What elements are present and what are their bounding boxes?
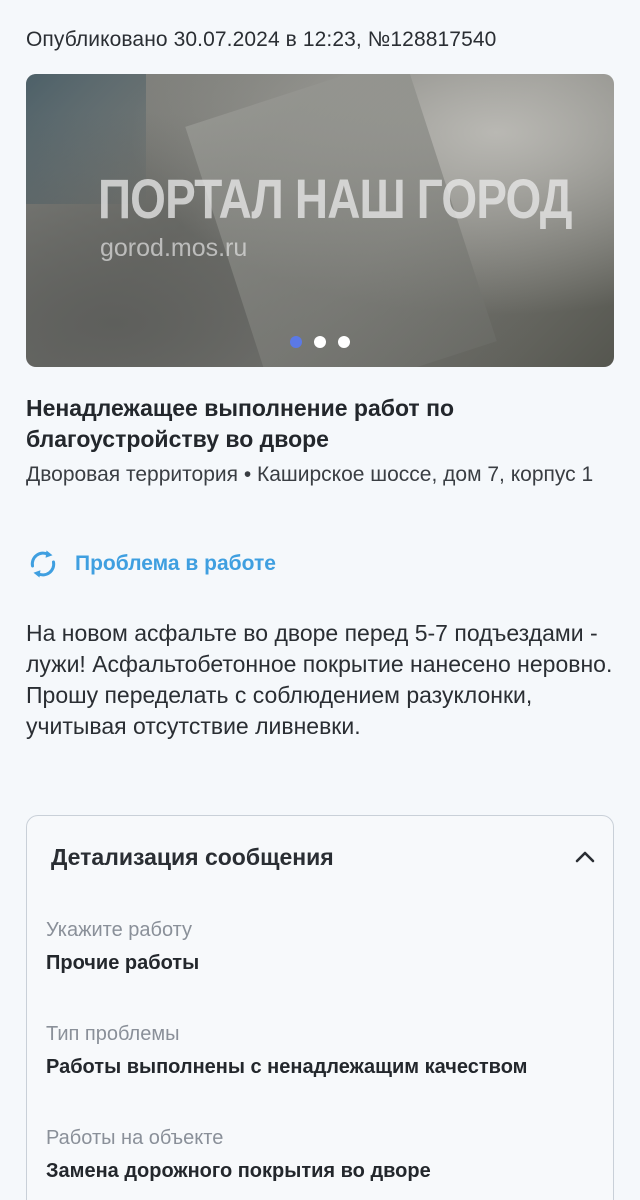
refresh-icon (30, 550, 56, 578)
detail-field-label: Укажите работу (46, 919, 193, 941)
details-panel: Детализация сообщения Укажите работу Про… (26, 815, 614, 1200)
detail-field-value: Замена дорожного покрытия во дворе (46, 1160, 431, 1182)
detail-field-label: Работы на объекте (46, 1127, 224, 1149)
detail-field-work: Укажите работу Прочие работы (46, 916, 606, 978)
watermark-title: ПОРТАЛ НАШ ГОРОД (98, 167, 573, 230)
status-label: Проблема в работе (75, 552, 276, 575)
detail-field-problem-type: Тип проблемы Работы выполнены с ненадлеж… (46, 1020, 606, 1082)
details-title: Детализация сообщения (51, 843, 334, 870)
problem-description: На новом асфальте во дворе перед 5-7 под… (26, 620, 613, 739)
publication-info: Опубликовано 30.07.2024 в 12:23, №128817… (26, 28, 497, 51)
detail-field-object-works: Работы на объекте Замена дорожного покры… (46, 1124, 606, 1186)
problem-location: Дворовая территория • Каширское шоссе, д… (26, 463, 594, 486)
chevron-up-icon[interactable] (573, 845, 597, 869)
detail-field-label: Тип проблемы (46, 1023, 180, 1045)
detail-field-value: Прочие работы (46, 952, 200, 974)
gallery-dot-2[interactable] (314, 336, 326, 348)
problem-title: Ненадлежащее выполнение работ по благоус… (26, 395, 455, 452)
gallery-dot-1[interactable] (290, 336, 302, 348)
status-badge: Проблема в работе (26, 546, 276, 582)
problem-detail-page: Опубликовано 30.07.2024 в 12:23, №128817… (0, 0, 640, 1200)
detail-field-value: Работы выполнены с ненадлежащим качество… (46, 1056, 528, 1078)
gallery-pagination (26, 335, 614, 353)
gallery-dot-3[interactable] (338, 336, 350, 348)
photo-gallery[interactable]: ПОРТАЛ НАШ ГОРОД gorod.mos.ru (26, 74, 614, 367)
watermark-url: gorod.mos.ru (100, 234, 248, 262)
details-header[interactable]: Детализация сообщения (51, 840, 597, 874)
